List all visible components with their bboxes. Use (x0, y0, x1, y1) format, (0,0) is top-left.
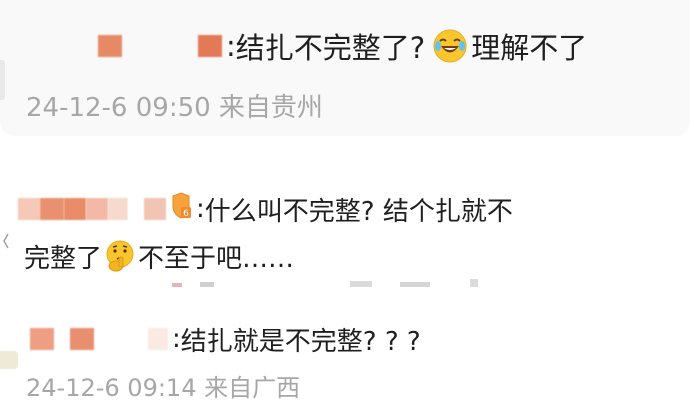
comment-line-2: 完整了 不至于吧…… (24, 234, 294, 278)
comment-screenshot: : 结扎不完整了? 理解不了 24-12-6 09:50 来自贵州 6: 什么… (0, 0, 698, 409)
comment-line-3: : 结扎就是不完整? ? ? (30, 318, 421, 360)
reply-timestamp: 24-12-6 09:50 来自贵州 (26, 93, 323, 123)
blur-block (40, 198, 64, 220)
reply-text: 结扎不完整了? (235, 31, 426, 65)
svg-text:6: 6 (183, 209, 189, 219)
comment-text: 结扎就是不完整? ? ? (180, 326, 421, 357)
reply-card[interactable]: : 结扎不完整了? 理解不了 24-12-6 09:50 来自贵州 (0, 0, 690, 136)
blur-block (128, 198, 144, 220)
laughing-crying-emoji (433, 29, 467, 63)
comment-separator: : (172, 324, 181, 354)
blur-block (110, 328, 132, 350)
comment-timestamp: 24-12-6 09:14 来自广西 (26, 374, 301, 402)
blur-block (64, 198, 86, 220)
blur-block (18, 198, 40, 220)
blur-block (148, 328, 168, 350)
thinking-emoji (104, 239, 136, 273)
reply-line: : 结扎不完整了? 理解不了 (98, 24, 587, 68)
comment-line: 6 : 什么叫不完整? 结个扎就不 (18, 189, 513, 229)
blur-block (144, 198, 166, 220)
blur-block (198, 35, 222, 57)
blurred-username[interactable] (98, 35, 222, 57)
card-edge (0, 60, 5, 100)
blur-block (86, 198, 108, 220)
blur-block (98, 35, 122, 57)
fan-level-badge[interactable]: 6 (170, 191, 192, 227)
blurred-username[interactable] (30, 328, 168, 350)
comment-text-line2b: 不至于吧…… (138, 243, 295, 274)
comment-text-line2a: 完整了 (24, 243, 103, 274)
avatar[interactable] (0, 351, 18, 369)
faint-overlap-text (172, 279, 478, 287)
comment-text-line1: 什么叫不完整? 结个扎就不 (204, 196, 513, 227)
comment-separator: : (196, 194, 205, 224)
reply-separator: : (226, 29, 236, 63)
blur-block (70, 328, 94, 350)
blur-block (108, 198, 128, 220)
reply-text-after: 理解不了 (471, 31, 588, 65)
chevron-left-icon (3, 233, 9, 249)
blurred-username[interactable] (18, 198, 166, 220)
blur-block (30, 328, 54, 350)
